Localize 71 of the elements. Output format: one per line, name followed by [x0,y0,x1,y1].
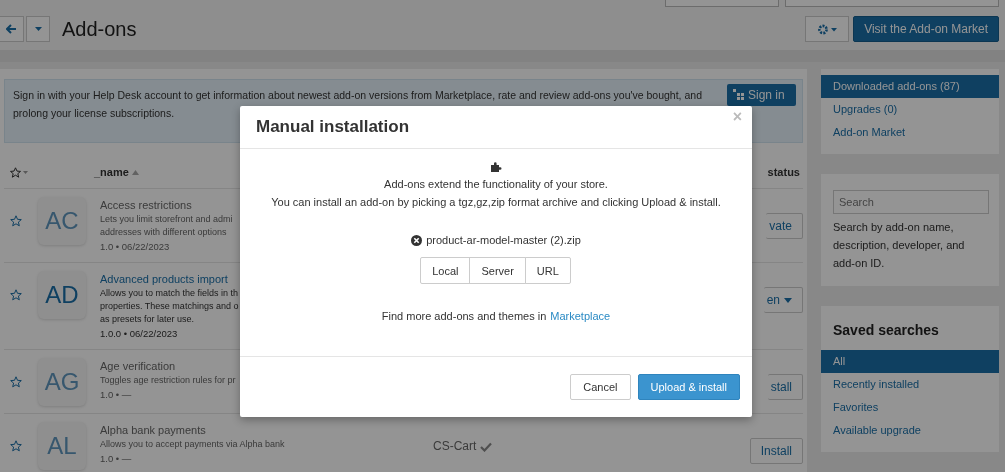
version-date: 1.0.0 • 06/22/2023 [100,327,178,341]
source-tab[interactable]: Local [420,257,471,284]
favorite-star-icon[interactable] [10,215,22,227]
addon-action-button[interactable]: Install [749,438,803,464]
cancel-button[interactable]: Cancel [570,374,631,400]
notice-text: Sign in with your Help Desk account to get information about newest add-on versions from Marketplace, rate and review add-ons you've bought, and prolong your license subscriptions. [13,88,703,120]
version-date: 1.0 • — [100,388,132,402]
favorites-sort-button[interactable] [10,166,30,178]
sidebar-item[interactable]: Upgrades (0) [821,98,999,121]
search-field[interactable]: Search [833,190,989,214]
file-name: product-ar-model-master (2).zip [426,234,581,246]
back-arrow-icon[interactable] [6,24,17,34]
addon-avatar: AC [38,197,86,245]
visit-market-button[interactable]: Visit the Add-on Market [853,16,999,42]
addon-action-button[interactable]: en [763,287,803,313]
favorite-star-icon[interactable] [10,440,22,452]
dialog-title: Manual installation [256,117,411,137]
marketplace-link[interactable]: Marketplace [550,310,611,322]
description-line: Toggles age restriction rules for pr [100,374,236,387]
settings-button[interactable] [805,16,850,42]
verified-check-icon [480,442,493,452]
upload-install-button[interactable]: Upload & install [637,374,740,400]
remove-file-icon[interactable] [411,234,423,246]
addon-avatar: AG [38,358,86,406]
source-tab[interactable]: Server [469,257,526,284]
close-button[interactable]: × [732,108,742,126]
addon-action-button[interactable]: vate [766,213,803,239]
addon-avatar: AD [38,271,86,319]
top-field[interactable] [665,0,779,7]
history-dropdown-button[interactable] [26,16,50,42]
saved-search-item[interactable]: All [821,350,999,373]
puzzle-icon [490,161,502,172]
name-column-header[interactable]: _name [94,166,129,178]
description-line: properties. These matchings and o [100,300,239,313]
saved-search-item[interactable]: Recently installed [821,373,999,396]
saved-searches-heading: Saved searches [832,321,940,340]
search-help-text: Search by add-on name, description, developer, and add-on ID. [833,220,966,271]
gear-icon[interactable] [817,23,838,35]
addon-name: Alpha bank payments [100,423,206,438]
addon-name: Age verification [100,359,176,374]
sign-in-button[interactable]: Sign in [727,84,796,106]
developer-label: CS-Cart [433,439,477,453]
more-addons-text: Find more add-ons and themes in [381,310,547,322]
dialog-intro-text: You can install an add-on by picking a tgz,gz,zip format archive and clicking Upload & install. [271,195,721,210]
addon-name: Access restrictions [100,198,192,213]
grid-icon[interactable] [733,89,745,101]
description-line: Allows you to accept payments via Alpha bank [100,438,285,451]
addon-avatar: AL [38,422,86,470]
sort-ascending-icon[interactable] [131,169,139,175]
status-column-header: status [767,166,800,178]
description-line: Lets you limit storefront and admi [100,213,233,226]
description-line: as presets for later use. [100,313,195,326]
dialog-intro-text: Add-ons extend the functionality of your store. [384,177,608,192]
version-date: 1.0 • 06/22/2023 [100,240,170,254]
description-line: Allows you to match the fields in th [100,287,239,300]
source-tab[interactable]: URL [524,257,571,284]
addon-action-button[interactable]: stall [767,374,803,400]
caret-icon[interactable] [784,297,792,303]
version-date: 1.0 • — [100,452,132,466]
sidebar-item[interactable]: Downloaded add-ons (87) [821,75,999,98]
page-title: Add-ons [62,17,137,41]
saved-search-item[interactable]: Available upgrade [821,419,999,442]
description-line: addresses with different options [100,226,227,239]
favorite-star-icon[interactable] [10,376,22,388]
back-button[interactable] [0,16,24,42]
caret-icon[interactable] [34,27,42,31]
top-search-field[interactable] [785,0,999,7]
sidebar-item[interactable]: Add-on Market [821,121,999,144]
addon-name[interactable]: Advanced products import [100,271,228,287]
saved-search-item[interactable]: Favorites [821,396,999,419]
favorite-star-icon[interactable] [10,289,22,301]
